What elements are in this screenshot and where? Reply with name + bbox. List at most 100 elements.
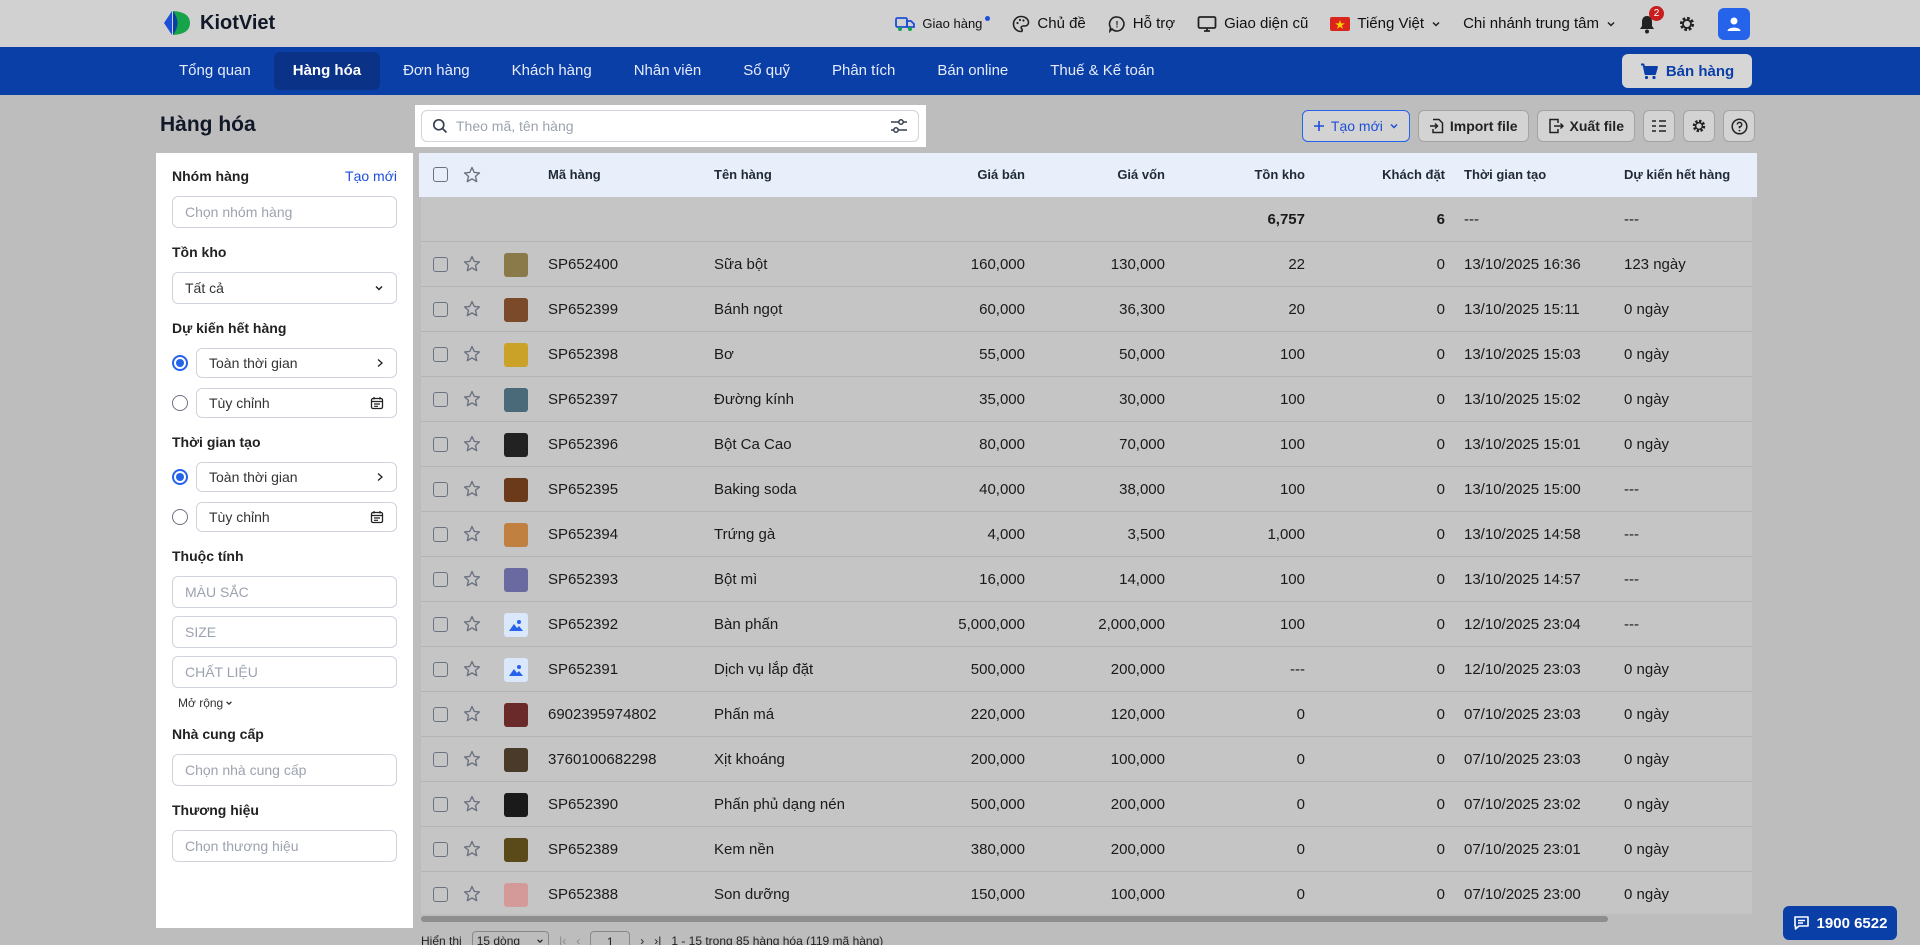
product-thumbnail[interactable] xyxy=(504,883,528,907)
star-icon[interactable] xyxy=(463,570,481,588)
row-checkbox[interactable] xyxy=(433,797,448,812)
product-thumbnail[interactable] xyxy=(504,748,528,772)
table-row[interactable]: SP652399 Bánh ngọt 60,000 36,300 20 0 13/10/20… xyxy=(421,287,1752,332)
product-thumbnail[interactable] xyxy=(504,343,528,367)
first-page-icon[interactable]: |‹ xyxy=(559,934,566,945)
row-checkbox[interactable] xyxy=(433,257,448,272)
column-header-cost[interactable]: Giá vốn xyxy=(1019,153,1165,197)
last-page-icon[interactable]: ›| xyxy=(654,934,661,945)
export-file-button[interactable]: Xuất file xyxy=(1536,110,1635,142)
theme-link[interactable]: Chủ đề xyxy=(1012,15,1086,33)
size-attribute-input[interactable]: SIZE xyxy=(172,616,397,648)
product-thumbnail[interactable] xyxy=(504,568,528,592)
star-icon[interactable] xyxy=(463,660,481,678)
table-row[interactable]: SP652388 Son dưỡng 150,000 100,000 0 0 07/10/2… xyxy=(421,872,1752,914)
expected-all-option[interactable]: Toàn thời gian xyxy=(196,348,397,378)
brand-select[interactable]: Chọn thương hiệu xyxy=(172,830,397,862)
table-row[interactable]: SP652389 Kem nền 380,000 200,000 0 0 07/10/202… xyxy=(421,827,1752,872)
filter-settings-icon[interactable] xyxy=(890,118,908,134)
column-header-name[interactable]: Tên hàng xyxy=(714,153,772,197)
table-row[interactable]: SP652400 Sữa bột 160,000 130,000 22 0 13/10/20… xyxy=(421,242,1752,287)
row-checkbox[interactable] xyxy=(433,887,448,902)
table-row[interactable]: SP652395 Baking soda 40,000 38,000 100 0 13/10… xyxy=(421,467,1752,512)
row-checkbox[interactable] xyxy=(433,527,448,542)
product-thumbnail[interactable] xyxy=(504,433,528,457)
expected-all-radio[interactable] xyxy=(172,355,188,371)
expand-attributes-link[interactable]: Mở rộng xyxy=(178,696,397,710)
import-file-button[interactable]: Import file xyxy=(1417,110,1529,142)
branch-dropdown[interactable]: Chi nhánh trung tâm xyxy=(1463,15,1616,32)
product-thumbnail[interactable] xyxy=(504,478,528,502)
product-thumbnail[interactable] xyxy=(504,793,528,817)
row-checkbox[interactable] xyxy=(433,347,448,362)
created-custom-radio[interactable] xyxy=(172,509,188,525)
expected-custom-option[interactable]: Tùy chỉnh xyxy=(196,388,397,418)
kiotviet-logo[interactable]: KiotViet xyxy=(160,8,275,38)
product-thumbnail[interactable] xyxy=(504,253,528,277)
row-checkbox[interactable] xyxy=(433,302,448,317)
column-view-button[interactable] xyxy=(1643,110,1675,142)
nav-item[interactable]: Nhân viên xyxy=(615,52,721,90)
table-row[interactable]: 6902395974802 Phấn má 220,000 120,000 0 0 07/1… xyxy=(421,692,1752,737)
language-dropdown[interactable]: Tiếng Việt xyxy=(1330,15,1441,32)
row-checkbox[interactable] xyxy=(433,482,448,497)
sell-button[interactable]: Bán hàng xyxy=(1622,54,1752,88)
nav-item[interactable]: Hàng hóa xyxy=(273,52,381,90)
nav-item[interactable]: Phân tích xyxy=(813,52,914,90)
table-row[interactable]: SP652398 Bơ 55,000 50,000 100 0 13/10/2025 15:… xyxy=(421,332,1752,377)
page-size-select[interactable]: 15 dòng xyxy=(471,930,550,945)
star-icon[interactable] xyxy=(463,840,481,858)
settings-button[interactable] xyxy=(1678,15,1696,33)
supplier-select[interactable]: Chọn nhà cung cấp xyxy=(172,754,397,786)
notification-button[interactable]: 2 xyxy=(1638,5,1664,34)
prev-page-icon[interactable]: ‹ xyxy=(576,934,580,945)
row-checkbox[interactable] xyxy=(433,392,448,407)
nav-item[interactable]: Bán online xyxy=(918,52,1027,90)
created-custom-option[interactable]: Tùy chỉnh xyxy=(196,502,397,532)
star-icon[interactable] xyxy=(463,795,481,813)
search-input[interactable] xyxy=(456,118,882,134)
product-thumbnail[interactable] xyxy=(504,703,528,727)
material-attribute-input[interactable]: CHẤT LIỆU xyxy=(172,656,397,688)
nav-item[interactable]: Khách hàng xyxy=(493,52,611,90)
star-icon[interactable] xyxy=(463,525,481,543)
help-button[interactable] xyxy=(1723,110,1755,142)
expected-custom-radio[interactable] xyxy=(172,395,188,411)
star-icon[interactable] xyxy=(463,435,481,453)
product-thumbnail[interactable] xyxy=(504,298,528,322)
user-avatar[interactable] xyxy=(1718,7,1750,40)
page-number-input[interactable]: 1 xyxy=(590,930,631,945)
delivery-link[interactable]: Giao hàng xyxy=(895,15,991,33)
star-icon[interactable] xyxy=(463,480,481,498)
row-checkbox[interactable] xyxy=(433,707,448,722)
product-thumbnail[interactable] xyxy=(504,388,528,412)
old-ui-link[interactable]: Giao diện cũ xyxy=(1197,15,1308,33)
row-checkbox[interactable] xyxy=(433,617,448,632)
star-icon[interactable] xyxy=(463,255,481,273)
table-row[interactable]: SP652397 Đường kính 35,000 30,000 100 0 13/10/… xyxy=(421,377,1752,422)
created-all-option[interactable]: Toàn thời gian xyxy=(196,462,397,492)
column-header-code[interactable]: Mã hàng xyxy=(548,153,601,197)
product-thumbnail[interactable] xyxy=(504,523,528,547)
row-checkbox[interactable] xyxy=(433,842,448,857)
table-row[interactable]: SP652393 Bột mì 16,000 14,000 100 0 13/10/2025… xyxy=(421,557,1752,602)
table-row[interactable]: SP652390 Phấn phủ dạng nén 500,000 200,000 0… xyxy=(421,782,1752,827)
row-checkbox[interactable] xyxy=(433,662,448,677)
table-row[interactable]: SP652392 Bàn phấn 5,000,000 2,000,000 100 0 12… xyxy=(421,602,1752,647)
row-checkbox[interactable] xyxy=(433,752,448,767)
next-page-icon[interactable]: › xyxy=(640,934,644,945)
hotline-button[interactable]: 1900 6522 xyxy=(1783,906,1897,940)
star-icon[interactable] xyxy=(463,390,481,408)
star-icon[interactable] xyxy=(463,166,481,184)
table-row[interactable]: 3760100682298 Xịt khoáng 200,000 100,000 0 0 0… xyxy=(421,737,1752,782)
star-icon[interactable] xyxy=(463,885,481,903)
star-icon[interactable] xyxy=(463,615,481,633)
table-row[interactable]: SP652394 Trứng gà 4,000 3,500 1,000 0 13/10/20… xyxy=(421,512,1752,557)
column-header-price[interactable]: Giá bán xyxy=(859,153,1025,197)
star-icon[interactable] xyxy=(463,300,481,318)
nav-item[interactable]: Thuế & Kế toán xyxy=(1031,52,1173,90)
table-settings-button[interactable] xyxy=(1683,110,1715,142)
column-header-ordered[interactable]: Khách đặt xyxy=(1299,153,1445,197)
create-group-link[interactable]: Tạo mới xyxy=(345,168,397,184)
table-row[interactable]: SP652391 Dịch vụ lắp đặt 500,000 200,000 ---… xyxy=(421,647,1752,692)
